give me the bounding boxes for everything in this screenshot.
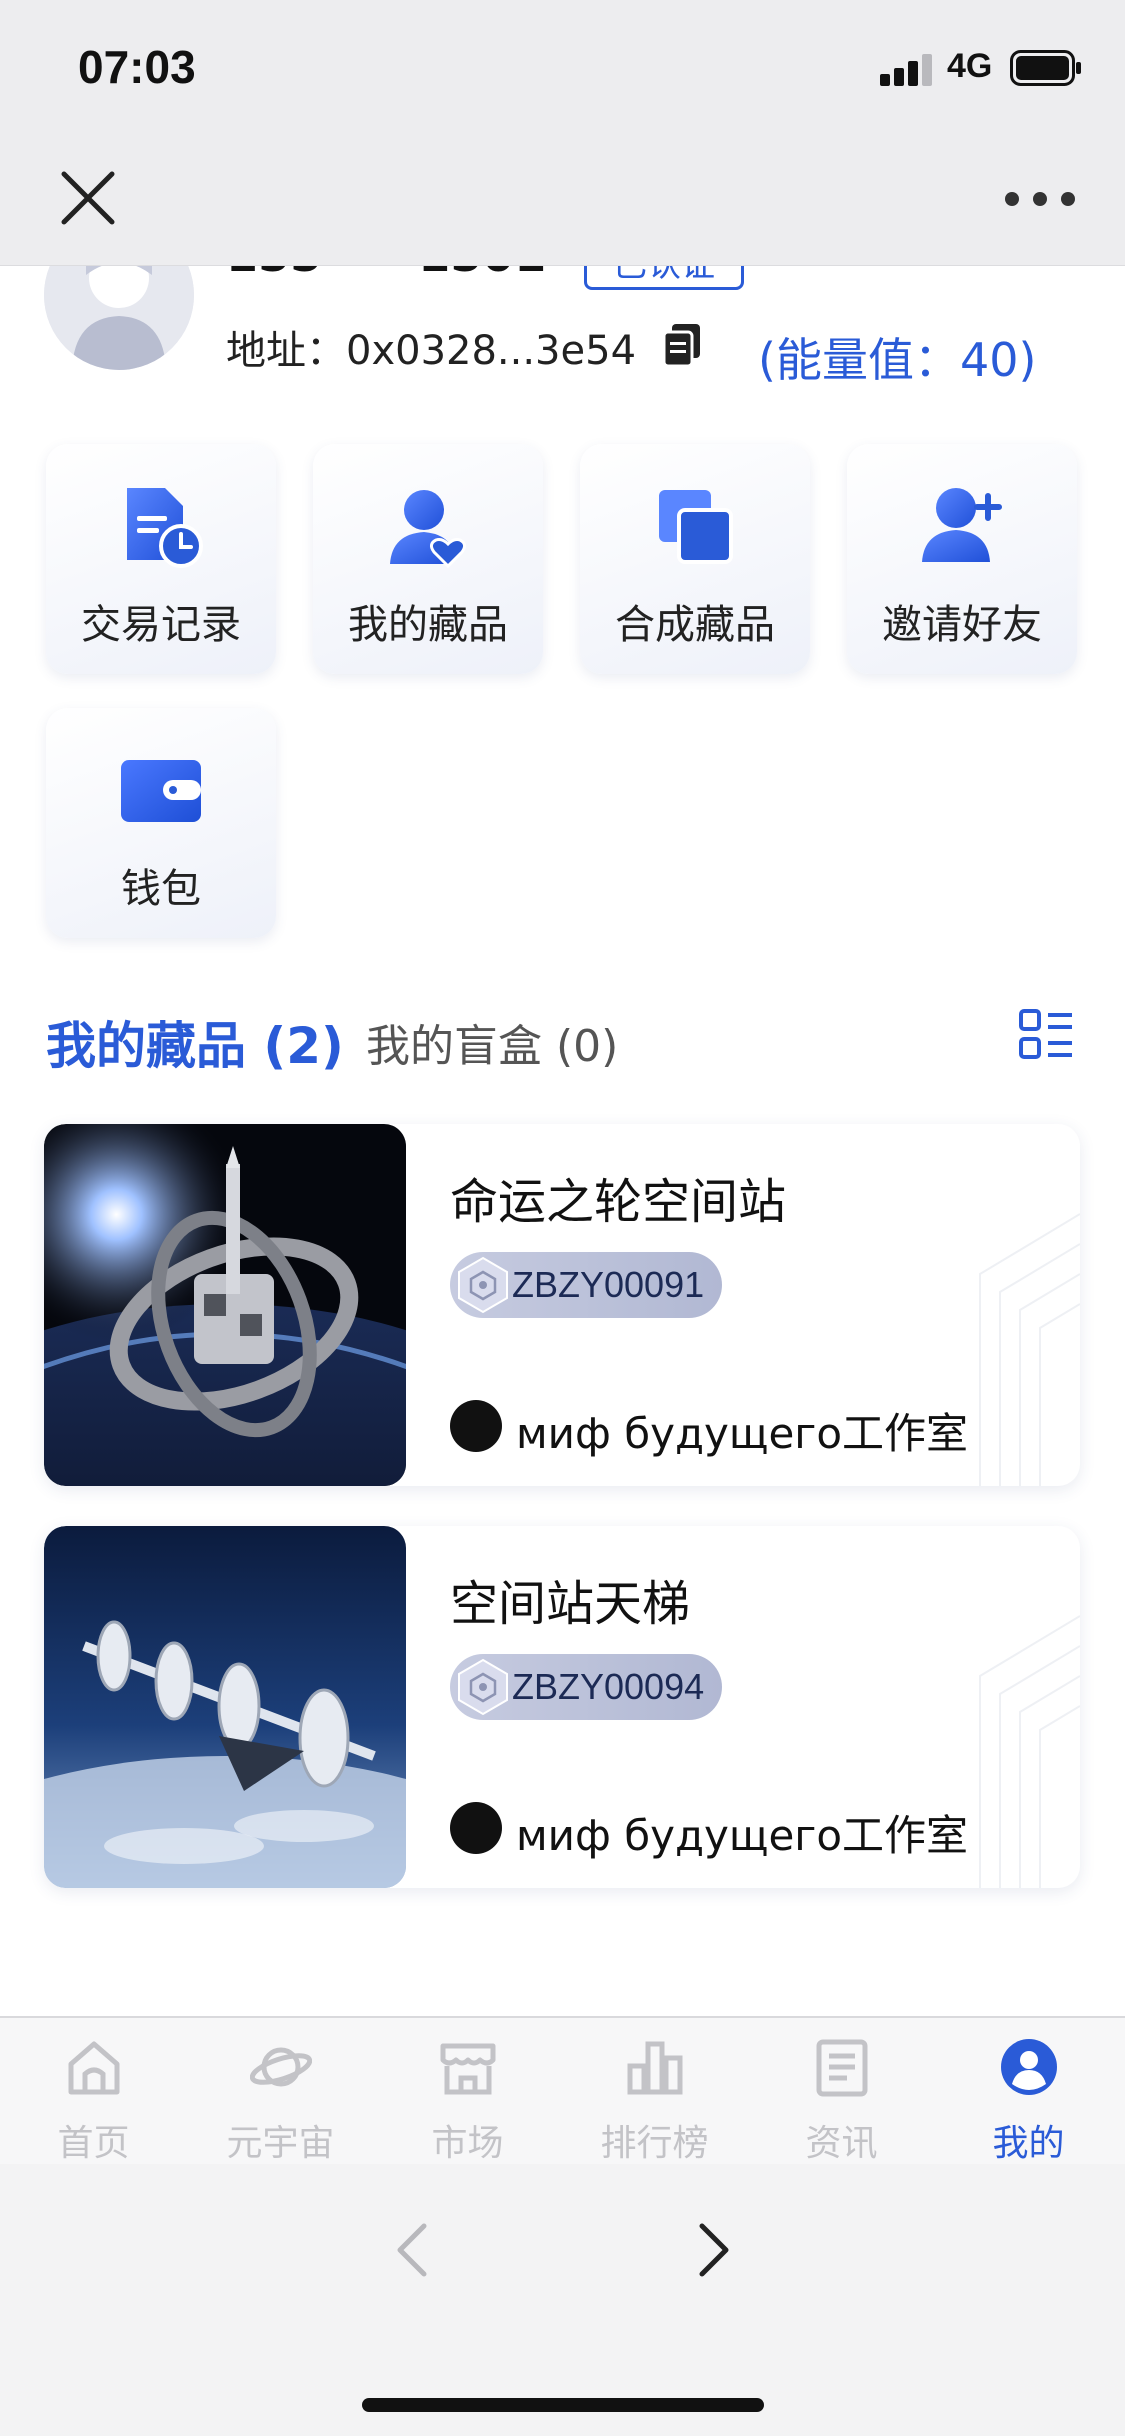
home-indicator	[362, 2398, 764, 2412]
item-title: 空间站天梯	[450, 1576, 691, 1632]
bottom-navigation: 首页 元宇宙 市场 排行榜 资讯 我的	[0, 2016, 1125, 2164]
collection-card[interactable]: 命运之轮空间站 ZBZY00091 миф будущего工作室	[44, 1124, 1080, 1486]
user-heart-icon	[384, 482, 472, 570]
nav-label: 首页	[57, 2123, 130, 2164]
hexagon-icon	[458, 1658, 508, 1716]
tile-label: 我的藏品	[348, 602, 508, 648]
list-view-icon[interactable]	[1018, 1008, 1074, 1060]
add-user-icon	[918, 482, 1006, 570]
creator-name: миф будущего工作室	[516, 1811, 969, 1860]
back-arrow-icon[interactable]	[392, 2222, 432, 2278]
tab-my-blind-box[interactable]: 我的盲盒 (0)	[366, 1010, 618, 1074]
collection-card[interactable]: 空间站天梯 ZBZY00094 миф будущего工作室	[44, 1526, 1080, 1888]
nav-item-metaverse[interactable]: 元宇宙	[187, 2018, 374, 2166]
serial-code: ZBZY00094	[512, 1666, 705, 1707]
nav-label: 元宇宙	[226, 2123, 335, 2164]
tile-label: 邀请好友	[882, 602, 1042, 648]
tile-label: 钱包	[121, 866, 201, 912]
status-time: 07:03	[78, 41, 196, 93]
news-icon	[816, 2039, 868, 2097]
tile-label: 合成藏品	[615, 602, 775, 648]
transaction-records-tile[interactable]: 交易记录	[46, 444, 276, 674]
tab-my-collection[interactable]: 我的藏品 (2)	[46, 1006, 344, 1078]
home-icon	[68, 2041, 120, 2095]
tile-label: 交易记录	[81, 602, 241, 648]
my-collection-tile[interactable]: 我的藏品	[313, 444, 543, 674]
hexagon-icon	[458, 1256, 508, 1314]
nav-item-home[interactable]: 首页	[0, 2018, 187, 2166]
copy-icon[interactable]	[660, 322, 704, 368]
planet-icon	[250, 2047, 312, 2087]
creator-name: миф будущего工作室	[516, 1409, 969, 1458]
signal-icon	[880, 52, 936, 86]
serial-code-badge: ZBZY00094	[450, 1654, 723, 1720]
nav-item-market[interactable]: 市场	[374, 2018, 561, 2166]
document-clock-icon	[117, 482, 205, 570]
energy-value: (能量值：40)	[758, 333, 1037, 387]
battery-icon	[1010, 50, 1082, 86]
space-elevator-image	[44, 1526, 406, 1888]
wallet-tile[interactable]: 钱包	[46, 708, 276, 938]
synthesize-collection-tile[interactable]: 合成藏品	[580, 444, 810, 674]
invite-friends-tile[interactable]: 邀请好友	[847, 444, 1077, 674]
nav-item-news[interactable]: 资讯	[748, 2018, 935, 2166]
serial-code: ZBZY00091	[512, 1264, 705, 1305]
serial-code-badge: ZBZY00091	[450, 1252, 723, 1318]
space-station-image	[44, 1124, 406, 1486]
wallet-icon	[117, 746, 205, 834]
top-bar: 07:03 4G	[0, 0, 1125, 266]
nav-label: 资讯	[805, 2123, 878, 2164]
layers-icon	[651, 482, 739, 570]
creator-logo	[450, 1802, 502, 1854]
item-title: 命运之轮空间站	[450, 1174, 787, 1230]
nav-label: 市场	[431, 2123, 504, 2164]
network-type: 4G	[947, 47, 993, 85]
nav-item-ranking[interactable]: 排行榜	[561, 2018, 748, 2166]
nav-label: 我的	[992, 2123, 1065, 2164]
creator-logo	[450, 1400, 502, 1452]
store-icon	[440, 2043, 496, 2095]
nav-item-mine[interactable]: 我的	[935, 2018, 1122, 2166]
nav-label: 排行榜	[600, 2123, 709, 2164]
close-icon[interactable]	[58, 168, 118, 228]
profile-icon	[1001, 2039, 1057, 2095]
more-dots-icon[interactable]	[1005, 188, 1075, 208]
browser-toolbar	[0, 2164, 1125, 2436]
wallet-address: 地址：0x0328...3e54	[226, 328, 637, 374]
forward-arrow-icon[interactable]	[694, 2222, 734, 2278]
bar-chart-icon	[627, 2041, 683, 2095]
